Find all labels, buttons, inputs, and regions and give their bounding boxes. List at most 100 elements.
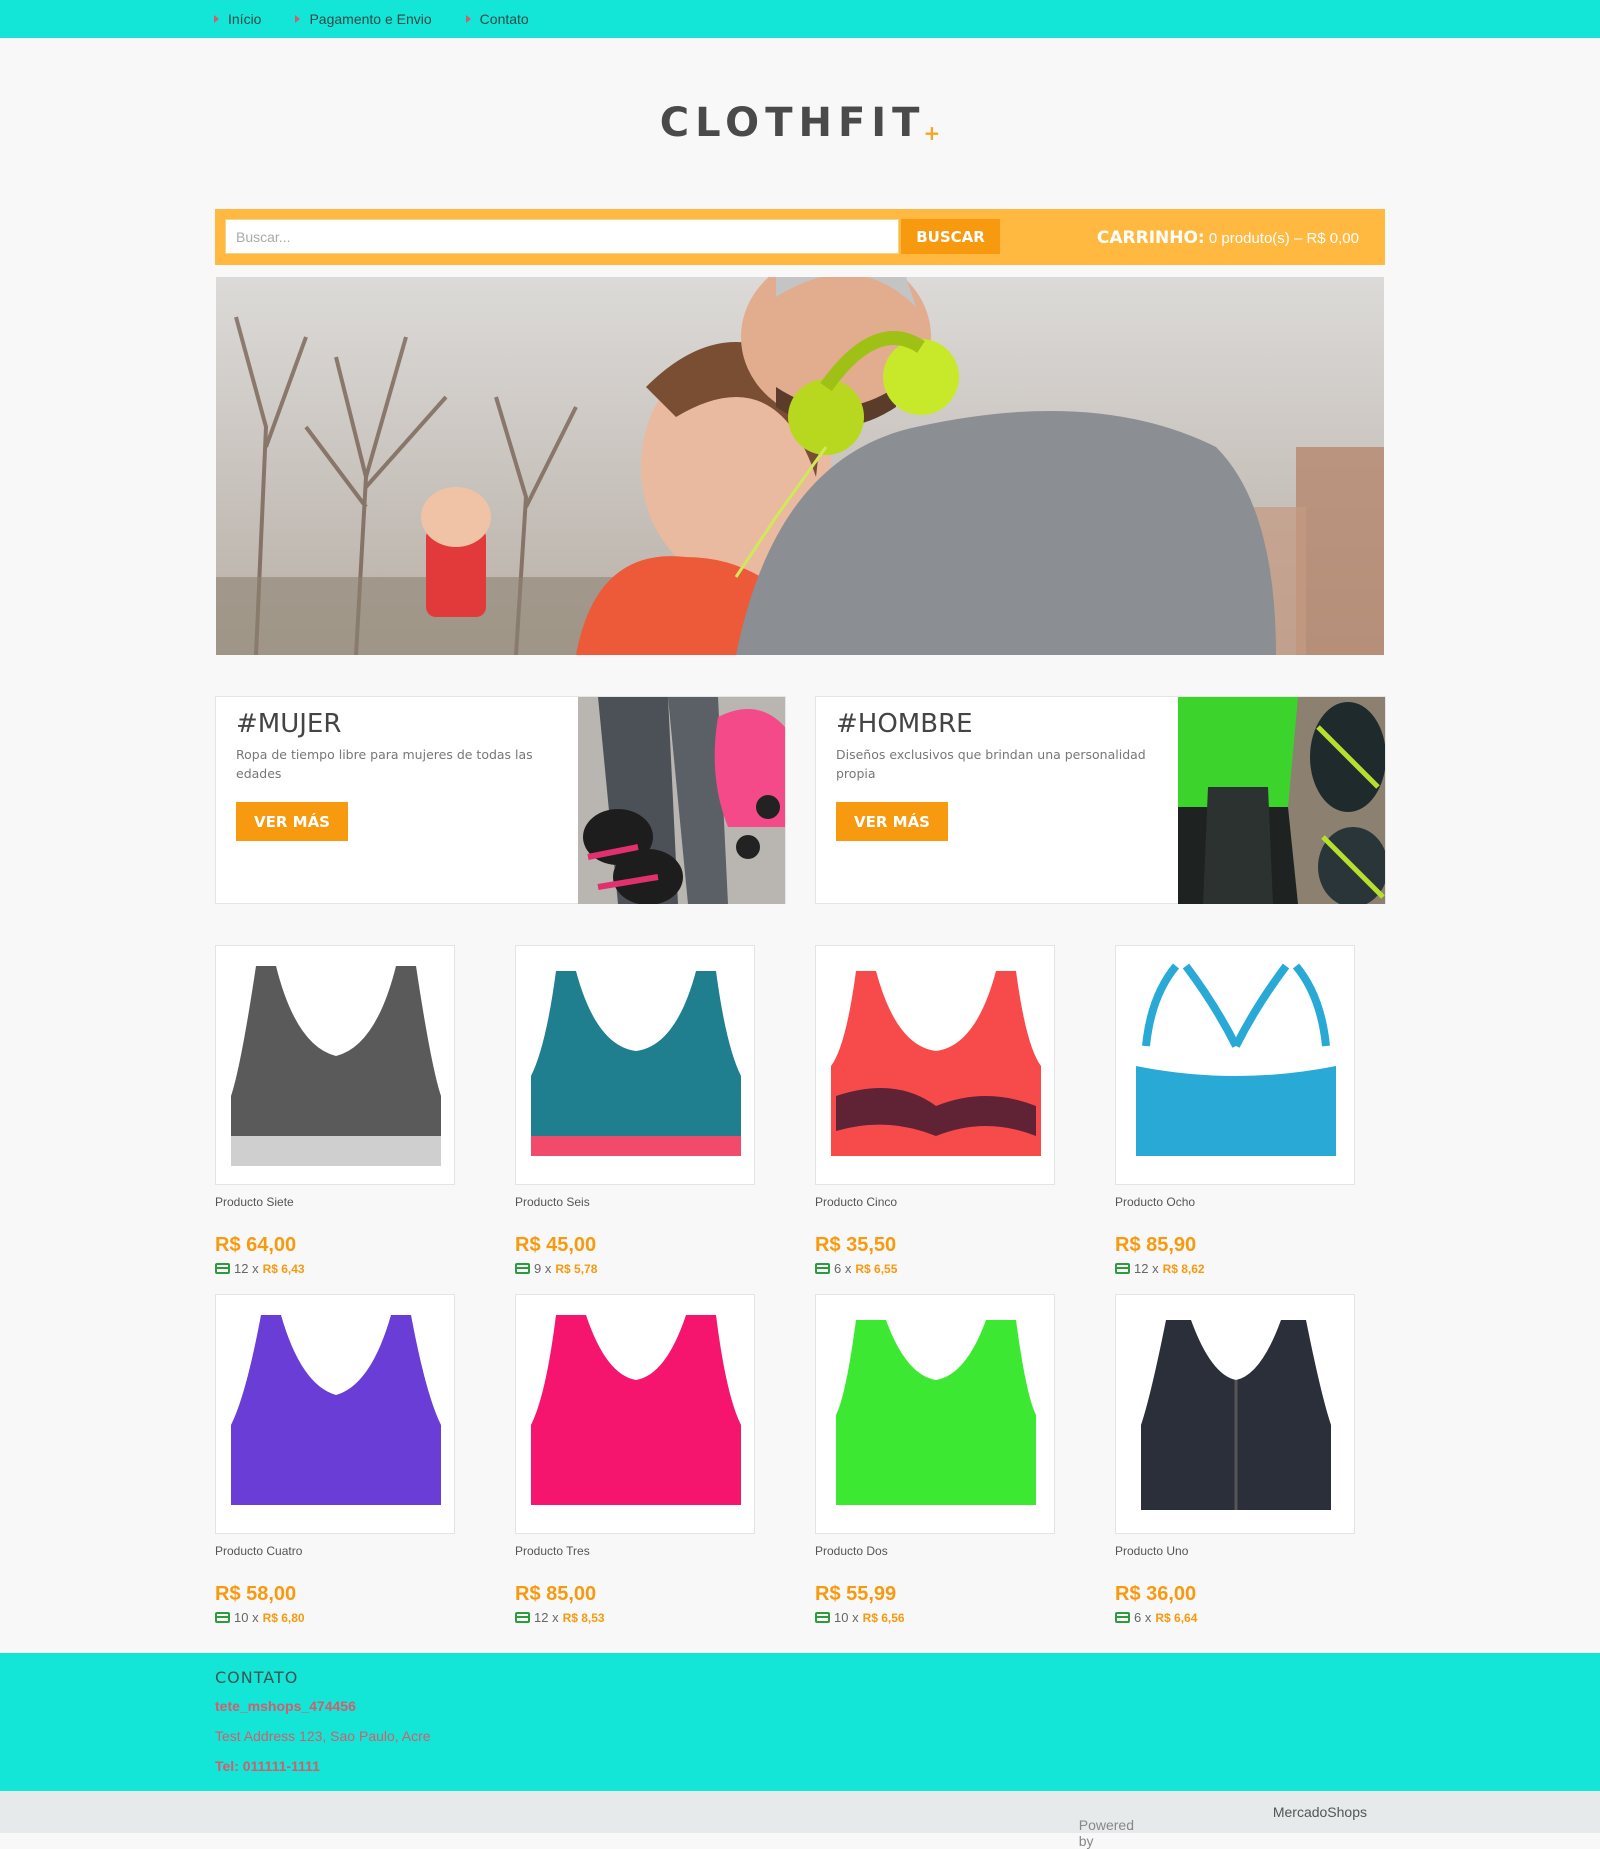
installments: 10 x R$ 6,80 bbox=[215, 1610, 305, 1625]
installment-value: R$ 6,64 bbox=[1155, 1610, 1198, 1625]
product-name[interactable]: Producto Tres bbox=[515, 1544, 590, 1558]
ver-mas-button-mujer[interactable]: VER MÁS bbox=[236, 802, 348, 841]
sports-bra-image bbox=[1141, 1320, 1331, 1510]
sports-bra-image bbox=[831, 971, 1041, 1156]
product-price: R$ 55,99 bbox=[815, 1583, 897, 1605]
product-card[interactable]: Producto Ocho R$ 85,90 12 x R$ 8,62 bbox=[1115, 945, 1355, 1276]
product-name[interactable]: Producto Dos bbox=[815, 1544, 888, 1558]
promo-card-mujer: #MUJER Ropa de tiempo libre para mujeres… bbox=[215, 696, 786, 904]
search-button[interactable]: BUSCAR bbox=[901, 219, 1000, 254]
product-name[interactable]: Producto Ocho bbox=[1115, 1195, 1195, 1209]
installment-value: R$ 6,80 bbox=[262, 1610, 305, 1625]
product-thumbnail[interactable] bbox=[815, 945, 1055, 1185]
installment-count: 6 x bbox=[1134, 1610, 1152, 1625]
search-bar: BUSCAR CARRINHO: 0 produto(s) – R$ 0,00 bbox=[215, 209, 1385, 265]
product-price: R$ 35,50 bbox=[815, 1234, 897, 1256]
sports-bra-image bbox=[1136, 963, 1336, 1156]
product-thumbnail[interactable] bbox=[215, 945, 455, 1185]
site-logo[interactable]: CLOTHFIT+ bbox=[0, 100, 1600, 146]
promo-image-hombre[interactable] bbox=[1178, 697, 1385, 904]
sports-bra-image bbox=[531, 1315, 741, 1505]
powered-brand-link[interactable]: MercadoShops bbox=[1273, 1804, 1367, 1820]
ver-mas-button-hombre[interactable]: VER MÁS bbox=[836, 802, 948, 841]
installment-value: R$ 6,56 bbox=[862, 1610, 905, 1625]
promo-description: Ropa de tiempo libre para mujeres de tod… bbox=[236, 747, 533, 781]
hero-banner[interactable] bbox=[216, 277, 1384, 655]
product-thumbnail[interactable] bbox=[815, 1294, 1055, 1534]
powered-by-bar: Powered by MercadoShops. bbox=[0, 1791, 1600, 1849]
footer-address: Test Address 123, Sao Paulo, Acre bbox=[215, 1728, 431, 1744]
caret-right-icon bbox=[295, 15, 301, 23]
promo-image-mujer[interactable] bbox=[578, 697, 785, 904]
installments: 6 x R$ 6,64 bbox=[1115, 1610, 1197, 1625]
credit-card-icon bbox=[515, 1263, 530, 1274]
product-thumbnail[interactable] bbox=[515, 1294, 755, 1534]
installment-value: R$ 6,55 bbox=[855, 1261, 898, 1276]
product-card[interactable]: Producto Seis R$ 45,00 9 x R$ 5,78 bbox=[515, 945, 755, 1276]
product-thumbnail[interactable] bbox=[215, 1294, 455, 1534]
powered-suffix: . bbox=[1130, 1817, 1134, 1833]
nav-link-label: Contato bbox=[479, 11, 529, 27]
sports-bra-image bbox=[231, 966, 441, 1166]
installments: 12 x R$ 8,62 bbox=[1115, 1261, 1205, 1276]
installments: 6 x R$ 6,55 bbox=[815, 1261, 897, 1276]
product-thumbnail[interactable] bbox=[1115, 1294, 1355, 1534]
product-thumbnail[interactable] bbox=[515, 945, 755, 1185]
installments: 12 x R$ 8,53 bbox=[515, 1610, 605, 1625]
product-price: R$ 85,90 bbox=[1115, 1234, 1197, 1256]
installment-value: R$ 8,53 bbox=[562, 1610, 605, 1625]
product-card[interactable]: Producto Uno R$ 36,00 6 x R$ 6,64 bbox=[1115, 1294, 1355, 1625]
credit-card-icon bbox=[1115, 1612, 1130, 1623]
product-thumbnail[interactable] bbox=[1115, 945, 1355, 1185]
installment-value: R$ 8,62 bbox=[1162, 1261, 1205, 1276]
nav-link-inicio[interactable]: Início bbox=[214, 11, 261, 27]
product-card[interactable]: Producto Siete R$ 64,00 12 x R$ 6,43 bbox=[215, 945, 455, 1276]
nav-link-label: Pagamento e Envio bbox=[309, 11, 432, 27]
footer: CONTATO tete_mshops_474456 Test Address … bbox=[0, 1653, 1600, 1791]
installments: 9 x R$ 5,78 bbox=[515, 1261, 597, 1276]
sports-bra-image bbox=[531, 971, 741, 1156]
product-card[interactable]: Producto Dos R$ 55,99 10 x R$ 6,56 bbox=[815, 1294, 1055, 1625]
installments: 12 x R$ 6,43 bbox=[215, 1261, 305, 1276]
nav-link-contato[interactable]: Contato bbox=[465, 11, 529, 27]
product-price: R$ 85,00 bbox=[515, 1583, 597, 1605]
product-card[interactable]: Producto Cinco R$ 35,50 6 x R$ 6,55 bbox=[815, 945, 1055, 1276]
credit-card-icon bbox=[215, 1612, 230, 1623]
cart-title: CARRINHO: bbox=[1096, 228, 1205, 248]
product-card[interactable]: Producto Tres R$ 85,00 12 x R$ 8,53 bbox=[515, 1294, 755, 1625]
product-name[interactable]: Producto Seis bbox=[515, 1195, 590, 1209]
footer-phone: Tel: 011111-1111 bbox=[215, 1758, 320, 1774]
product-name[interactable]: Producto Cinco bbox=[815, 1195, 897, 1209]
product-price: R$ 36,00 bbox=[1115, 1583, 1197, 1605]
hero-image bbox=[216, 277, 1384, 655]
product-price: R$ 45,00 bbox=[515, 1234, 597, 1256]
installment-count: 12 x bbox=[1134, 1261, 1159, 1276]
nav-link-label: Início bbox=[228, 11, 262, 27]
product-name[interactable]: Producto Cuatro bbox=[215, 1544, 302, 1558]
powered-prefix: Powered by bbox=[1078, 1817, 1134, 1849]
installment-value: R$ 5,78 bbox=[555, 1261, 598, 1276]
top-nav: Início Pagamento e Envio Contato bbox=[214, 11, 529, 27]
cart-summary[interactable]: CARRINHO: 0 produto(s) – R$ 0,00 bbox=[1097, 228, 1359, 248]
product-name[interactable]: Producto Uno bbox=[1115, 1544, 1188, 1558]
top-bar: Início Pagamento e Envio Contato bbox=[0, 0, 1600, 38]
cart-count: 0 produto(s) – R$ 0,00 bbox=[1208, 230, 1359, 247]
search-input[interactable] bbox=[225, 219, 899, 254]
installment-count: 12 x bbox=[534, 1610, 559, 1625]
product-price: R$ 64,00 bbox=[215, 1234, 297, 1256]
promo-title: #MUJER bbox=[236, 709, 342, 739]
credit-card-icon bbox=[1115, 1263, 1130, 1274]
product-price: R$ 58,00 bbox=[215, 1583, 297, 1605]
installment-count: 6 x bbox=[834, 1261, 852, 1276]
promo-description: Diseños exclusivos que brindan una perso… bbox=[836, 747, 1146, 781]
credit-card-icon bbox=[815, 1263, 830, 1274]
installments: 10 x R$ 6,56 bbox=[815, 1610, 905, 1625]
promo-title: #HOMBRE bbox=[836, 709, 973, 739]
promo-image bbox=[578, 697, 785, 904]
sports-bra-image bbox=[836, 1320, 1036, 1505]
footer-title: CONTATO bbox=[215, 1668, 299, 1687]
nav-link-pagamento[interactable]: Pagamento e Envio bbox=[295, 11, 432, 27]
installment-value: R$ 6,43 bbox=[262, 1261, 305, 1276]
product-name[interactable]: Producto Siete bbox=[215, 1195, 294, 1209]
product-card[interactable]: Producto Cuatro R$ 58,00 10 x R$ 6,80 bbox=[215, 1294, 455, 1625]
